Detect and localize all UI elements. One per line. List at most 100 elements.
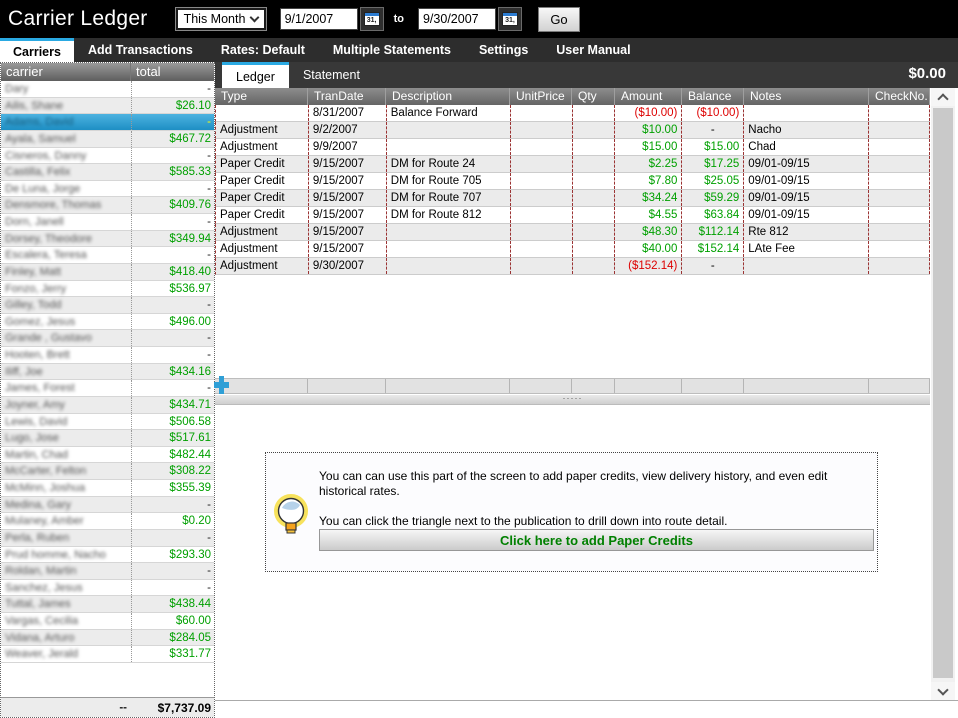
- carrier-row[interactable]: Martin, Chad$482.44: [1, 447, 214, 464]
- ledger-cell-balance: $59.29: [682, 190, 744, 206]
- carrier-row[interactable]: Ayala, Samuel$467.72: [1, 131, 214, 148]
- tab-ledger[interactable]: Ledger: [222, 62, 289, 88]
- ledger-row[interactable]: Paper Credit9/15/2007DM for Route 24$2.2…: [215, 156, 930, 173]
- ledger-row[interactable]: 8/31/2007Balance Forward($10.00)($10.00): [215, 105, 930, 122]
- ledger-row[interactable]: Adjustment9/15/2007$48.30$112.14Rte 812: [215, 224, 930, 241]
- menu-item-carriers[interactable]: Carriers: [0, 38, 74, 62]
- date-to-input[interactable]: [418, 8, 496, 30]
- column-header-description[interactable]: Description: [386, 88, 510, 105]
- tab-statement[interactable]: Statement: [289, 62, 374, 88]
- carrier-row[interactable]: Dorsey, Theodore$349.94: [1, 231, 214, 248]
- carrier-row[interactable]: Ailis, Shane$26.10: [1, 98, 214, 115]
- carrier-row[interactable]: McCarter, Felton$308.22: [1, 463, 214, 480]
- ledger-row[interactable]: Adjustment9/9/2007$15.00$15.00Chad: [215, 139, 930, 156]
- carrier-row[interactable]: Perla, Ruben-: [1, 530, 214, 547]
- carrier-row[interactable]: Lewis, David$506.58: [1, 414, 214, 431]
- carrier-row[interactable]: Densmore, Thomas$409.76: [1, 197, 214, 214]
- new-row-cell[interactable]: [572, 379, 615, 393]
- new-row-cell[interactable]: [869, 379, 930, 393]
- new-row-cell[interactable]: [308, 379, 386, 393]
- carrier-total: -: [131, 347, 214, 363]
- carrier-name: Iliff, Joe: [1, 364, 131, 380]
- ledger-cell-amount: $2.25: [615, 156, 682, 172]
- carrier-row[interactable]: Grande , Gustavo-: [1, 330, 214, 347]
- column-header-balance[interactable]: Balance: [682, 88, 744, 105]
- column-header-qty[interactable]: Qty: [572, 88, 615, 105]
- carrier-name: McMinn, Joshua: [1, 480, 131, 496]
- carrier-row[interactable]: Cisneros, Danny-: [1, 148, 214, 165]
- total-column-header[interactable]: total: [131, 63, 214, 81]
- ledger-cell-qty: [573, 156, 616, 172]
- carrier-row[interactable]: Prud homme, Nacho$293.30: [1, 547, 214, 564]
- carrier-row[interactable]: Iliff, Joe$434.16: [1, 364, 214, 381]
- ledger-cell-balance: $63.84: [682, 207, 744, 223]
- date-from-calendar-button[interactable]: 31,: [360, 7, 384, 31]
- add-paper-credits-button[interactable]: Click here to add Paper Credits: [319, 529, 874, 551]
- splitter-handle[interactable]: ·····: [215, 395, 930, 405]
- ledger-row[interactable]: Paper Credit9/15/2007DM for Route 707$34…: [215, 190, 930, 207]
- carrier-row[interactable]: Vidana, Arturo$284.05: [1, 630, 214, 647]
- add-row-plus-icon[interactable]: [214, 374, 229, 396]
- carrier-row[interactable]: Castilla, Felix$585.33: [1, 164, 214, 181]
- ledger-cell-unitprice: [511, 156, 573, 172]
- new-row-cell[interactable]: [744, 379, 869, 393]
- carrier-row[interactable]: McMinn, Joshua$355.39: [1, 480, 214, 497]
- carrier-name: Perla, Ruben: [1, 530, 131, 546]
- carrier-row[interactable]: Sanchez, Jesus-: [1, 580, 214, 597]
- carrier-row[interactable]: Medina, Gary-: [1, 497, 214, 514]
- carrier-row[interactable]: Joyner, Amy$434.71: [1, 397, 214, 414]
- new-row-cell[interactable]: [682, 379, 744, 393]
- carrier-row[interactable]: Gomez, Jesus$496.00: [1, 314, 214, 331]
- carrier-row[interactable]: Roldan, Martin-: [1, 563, 214, 580]
- new-row-cell[interactable]: [615, 379, 682, 393]
- carrier-column-header[interactable]: carrier: [1, 63, 131, 81]
- ledger-row[interactable]: Paper Credit9/15/2007DM for Route 705$7.…: [215, 173, 930, 190]
- carrier-row[interactable]: Lugo, Jose$517.61: [1, 430, 214, 447]
- column-header-checkno[interactable]: CheckNo.: [869, 88, 930, 105]
- column-header-amount[interactable]: Amount: [615, 88, 682, 105]
- go-button[interactable]: Go: [538, 7, 580, 32]
- carrier-row[interactable]: Fonzo, Jerry$536.97: [1, 281, 214, 298]
- carrier-row[interactable]: Escalera, Teresa-: [1, 247, 214, 264]
- carrier-row[interactable]: Dorn, Janell-: [1, 214, 214, 231]
- carrier-row[interactable]: Weaver, Jerald$331.77: [1, 646, 214, 663]
- ledger-row[interactable]: Adjustment9/30/2007($152.14)-: [215, 258, 930, 275]
- scroll-up-button[interactable]: [931, 88, 955, 106]
- vertical-scrollbar[interactable]: [931, 88, 955, 700]
- ledger-row[interactable]: Adjustment9/15/2007$40.00$152.14LAte Fee: [215, 241, 930, 258]
- carrier-total: $438.44: [131, 596, 214, 612]
- new-row-cell[interactable]: [386, 379, 510, 393]
- period-dropdown[interactable]: This Month: [176, 8, 266, 30]
- menu-item-rates-default[interactable]: Rates: Default: [207, 38, 319, 62]
- ledger-row[interactable]: Adjustment9/2/2007$10.00-Nacho: [215, 122, 930, 139]
- column-header-unitprice[interactable]: UnitPrice: [510, 88, 572, 105]
- menu-item-user-manual[interactable]: User Manual: [542, 38, 644, 62]
- ledger-row[interactable]: Paper Credit9/15/2007DM for Route 812$4.…: [215, 207, 930, 224]
- new-row-cell[interactable]: [510, 379, 572, 393]
- carrier-row[interactable]: Vargas, Cecilia$60.00: [1, 613, 214, 630]
- column-header-type[interactable]: Type: [215, 88, 308, 105]
- menu-item-multiple-statements[interactable]: Multiple Statements: [319, 38, 465, 62]
- date-from-input[interactable]: [280, 8, 358, 30]
- carrier-row[interactable]: Gilley, Todd-: [1, 297, 214, 314]
- carrier-row[interactable]: Adams, David-: [1, 114, 214, 131]
- carrier-row[interactable]: De Luna, Jorge-: [1, 181, 214, 198]
- carrier-total: $308.22: [131, 463, 214, 479]
- scroll-down-button[interactable]: [931, 682, 955, 700]
- ledger-cell-trandate: 9/30/2007: [309, 258, 387, 274]
- date-to-calendar-button[interactable]: 31,: [498, 7, 522, 31]
- carrier-row[interactable]: Tuttal, James$438.44: [1, 596, 214, 613]
- scrollbar-thumb[interactable]: [933, 108, 953, 678]
- new-row-strip[interactable]: [215, 378, 930, 394]
- carrier-row[interactable]: Hooten, Brett-: [1, 347, 214, 364]
- carrier-total: -: [131, 214, 214, 230]
- column-header-notes[interactable]: Notes: [744, 88, 869, 105]
- menu-item-settings[interactable]: Settings: [465, 38, 542, 62]
- column-header-trandate[interactable]: TranDate: [308, 88, 386, 105]
- carrier-row[interactable]: Finley, Matt$418.40: [1, 264, 214, 281]
- carrier-total: -: [131, 81, 214, 97]
- carrier-row[interactable]: Dary-: [1, 81, 214, 98]
- menu-item-add-transactions[interactable]: Add Transactions: [74, 38, 207, 62]
- carrier-row[interactable]: James, Forest-: [1, 380, 214, 397]
- carrier-row[interactable]: Mulaney, Amber$0.20: [1, 513, 214, 530]
